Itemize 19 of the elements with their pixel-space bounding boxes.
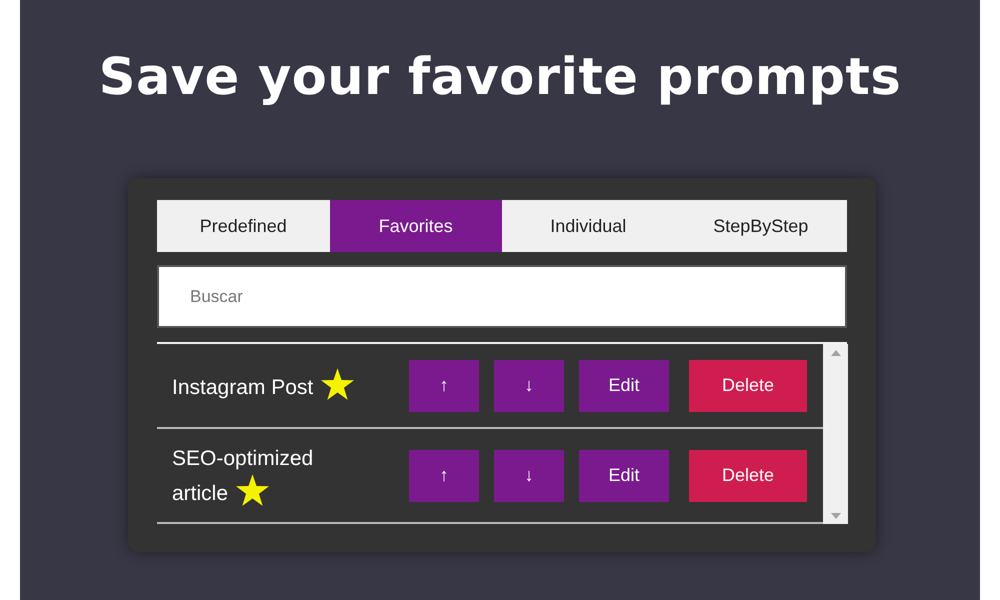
edit-button[interactable]: Edit (579, 450, 669, 502)
search-field[interactable]: Buscar (157, 265, 847, 328)
arrow-button[interactable]: ↓ (494, 360, 564, 412)
tab[interactable]: Individual (502, 200, 674, 252)
arrow-button[interactable]: ↓ (494, 450, 564, 502)
scroll-up-icon[interactable] (830, 350, 840, 356)
scrollbar[interactable] (823, 344, 848, 524)
arrow-button[interactable]: ↑ (409, 360, 479, 412)
prompt-name: SEO-optimized article (172, 446, 314, 508)
tab[interactable]: Favorites (330, 200, 502, 252)
page-heading: Save your favorite prompts (98, 50, 902, 106)
edit-button[interactable]: Edit (579, 360, 669, 412)
prompt-name: Instagram Post (172, 368, 368, 404)
scroll-down-icon[interactable] (830, 513, 840, 520)
delete-button[interactable]: Delete (689, 360, 807, 412)
tab[interactable]: Predefined (157, 200, 330, 252)
arrow-button[interactable]: ↑ (409, 450, 479, 502)
tab[interactable]: StepByStep (674, 200, 847, 252)
delete-button[interactable]: Delete (689, 450, 807, 502)
